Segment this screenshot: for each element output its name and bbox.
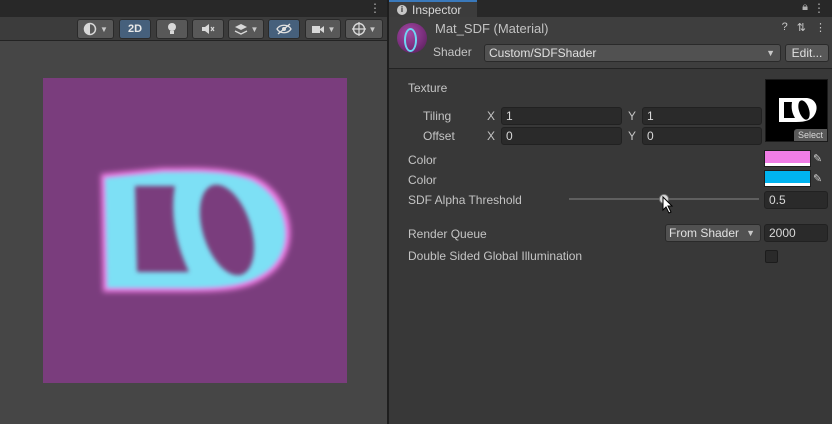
mouse-cursor-icon — [662, 196, 674, 214]
camera-icon — [311, 25, 324, 33]
preset-settings-icon[interactable]: ⇅ — [797, 21, 806, 34]
mode-2d-label: 2D — [127, 23, 143, 35]
sdf-glyph-preview — [101, 167, 291, 292]
scene-kebab-menu-icon[interactable]: ⋮ — [369, 1, 381, 15]
info-icon: i — [397, 4, 407, 15]
tiling-y-field[interactable]: 1 — [642, 107, 762, 125]
scene-tab-bar: ⋮ — [0, 0, 387, 17]
lighting-toggle-icon — [168, 23, 176, 34]
shading-mode-icon — [83, 22, 97, 36]
offset-x-field[interactable]: 0 — [501, 127, 622, 145]
help-icon[interactable]: ? — [782, 21, 788, 34]
scene-viewport[interactable] — [0, 42, 387, 424]
eyedropper-icon[interactable]: ✎ — [813, 152, 827, 166]
hidden-visibility-icon — [276, 23, 292, 35]
sdf-alpha-threshold-label: SDF Alpha Threshold — [408, 193, 522, 207]
render-queue-mode: From Shader — [669, 226, 740, 240]
shader-value: Custom/SDFShader — [489, 46, 597, 60]
tab-inspector[interactable]: i Inspector — [389, 0, 477, 17]
camera-settings-button[interactable]: ▼ — [305, 19, 341, 39]
scene-visibility-toggle[interactable] — [268, 19, 300, 39]
render-queue-field[interactable]: 2000 — [764, 224, 828, 242]
shading-mode-button[interactable]: ▼ — [77, 19, 114, 39]
tiling-label: Tiling — [423, 109, 452, 123]
inspector-tab-label: Inspector — [412, 2, 462, 17]
shader-label: Shader — [433, 45, 472, 59]
alpha-bar — [765, 163, 810, 166]
header-icons: ? ⇅ ⋮ — [782, 21, 826, 34]
offset-x-axis-label: X — [487, 129, 496, 143]
lock-icon[interactable]: 🔒︎ — [802, 1, 808, 14]
edit-shader-button[interactable]: Edit... — [785, 44, 829, 62]
chevron-down-icon: ▼ — [766, 48, 775, 58]
render-queue-label: Render Queue — [408, 227, 487, 241]
inspector-panel: i Inspector 🔒︎ ⋮ Mat_SDF (Material) ? ⇅ … — [389, 0, 832, 424]
offset-y-axis-label: Y — [628, 129, 637, 143]
color2-label: Color — [408, 173, 437, 187]
inspector-kebab-menu-icon[interactable]: ⋮ — [813, 1, 825, 15]
tiling-x-field[interactable]: 1 — [501, 107, 622, 125]
alpha-bar — [765, 183, 810, 186]
gizmos-button[interactable]: ▼ — [345, 19, 383, 39]
double-sided-gi-label: Double Sided Global Illumination — [408, 249, 583, 263]
material-preview-quad[interactable] — [43, 78, 347, 383]
offset-label: Offset — [423, 129, 455, 143]
chevron-down-icon: ▼ — [100, 24, 108, 34]
alpha-value-field[interactable]: 0.5 — [764, 191, 828, 209]
texture-label: Texture — [408, 81, 448, 95]
chevron-down-icon: ▼ — [327, 24, 336, 34]
texture-preview-glyph — [779, 98, 817, 122]
chevron-down-icon: ▼ — [250, 24, 259, 34]
audio-toggle[interactable] — [192, 19, 224, 39]
texture-select-button[interactable]: Select — [793, 129, 827, 141]
color2-swatch[interactable] — [764, 170, 811, 187]
shader-dropdown[interactable]: Custom/SDFShader ▼ — [484, 44, 781, 62]
effects-layers-icon — [234, 24, 247, 35]
color1-swatch[interactable] — [764, 150, 811, 167]
tiling-x-axis-label: X — [487, 109, 496, 123]
chevron-down-icon: ▼ — [368, 24, 377, 34]
double-sided-gi-checkbox[interactable] — [765, 250, 778, 263]
render-queue-dropdown[interactable]: From Shader ▼ — [665, 224, 761, 242]
material-sphere-icon — [397, 23, 427, 53]
material-header: Mat_SDF (Material) ? ⇅ ⋮ Shader Custom/S… — [389, 17, 832, 69]
scene-toolbar: ▼ 2D ▼ ▼ ▼ — [0, 17, 387, 41]
texture-thumbnail[interactable]: Select — [765, 79, 828, 142]
effects-toggle[interactable]: ▼ — [228, 19, 264, 39]
mode-2d-toggle[interactable]: 2D — [119, 19, 151, 39]
offset-y-field[interactable]: 0 — [642, 127, 762, 145]
color1-label: Color — [408, 153, 437, 167]
lighting-toggle[interactable] — [156, 19, 188, 39]
gizmos-icon — [351, 22, 366, 36]
inspector-tab-bar: i Inspector 🔒︎ ⋮ — [389, 0, 832, 17]
scene-view: ⋮ ▼ 2D ▼ ▼ ▼ — [0, 0, 387, 424]
audio-mute-icon — [202, 24, 215, 34]
eyedropper-icon[interactable]: ✎ — [813, 172, 827, 186]
context-menu-icon[interactable]: ⋮ — [815, 21, 826, 34]
chevron-down-icon: ▼ — [746, 228, 755, 238]
material-name: Mat_SDF (Material) — [435, 21, 549, 36]
tiling-y-axis-label: Y — [628, 109, 637, 123]
